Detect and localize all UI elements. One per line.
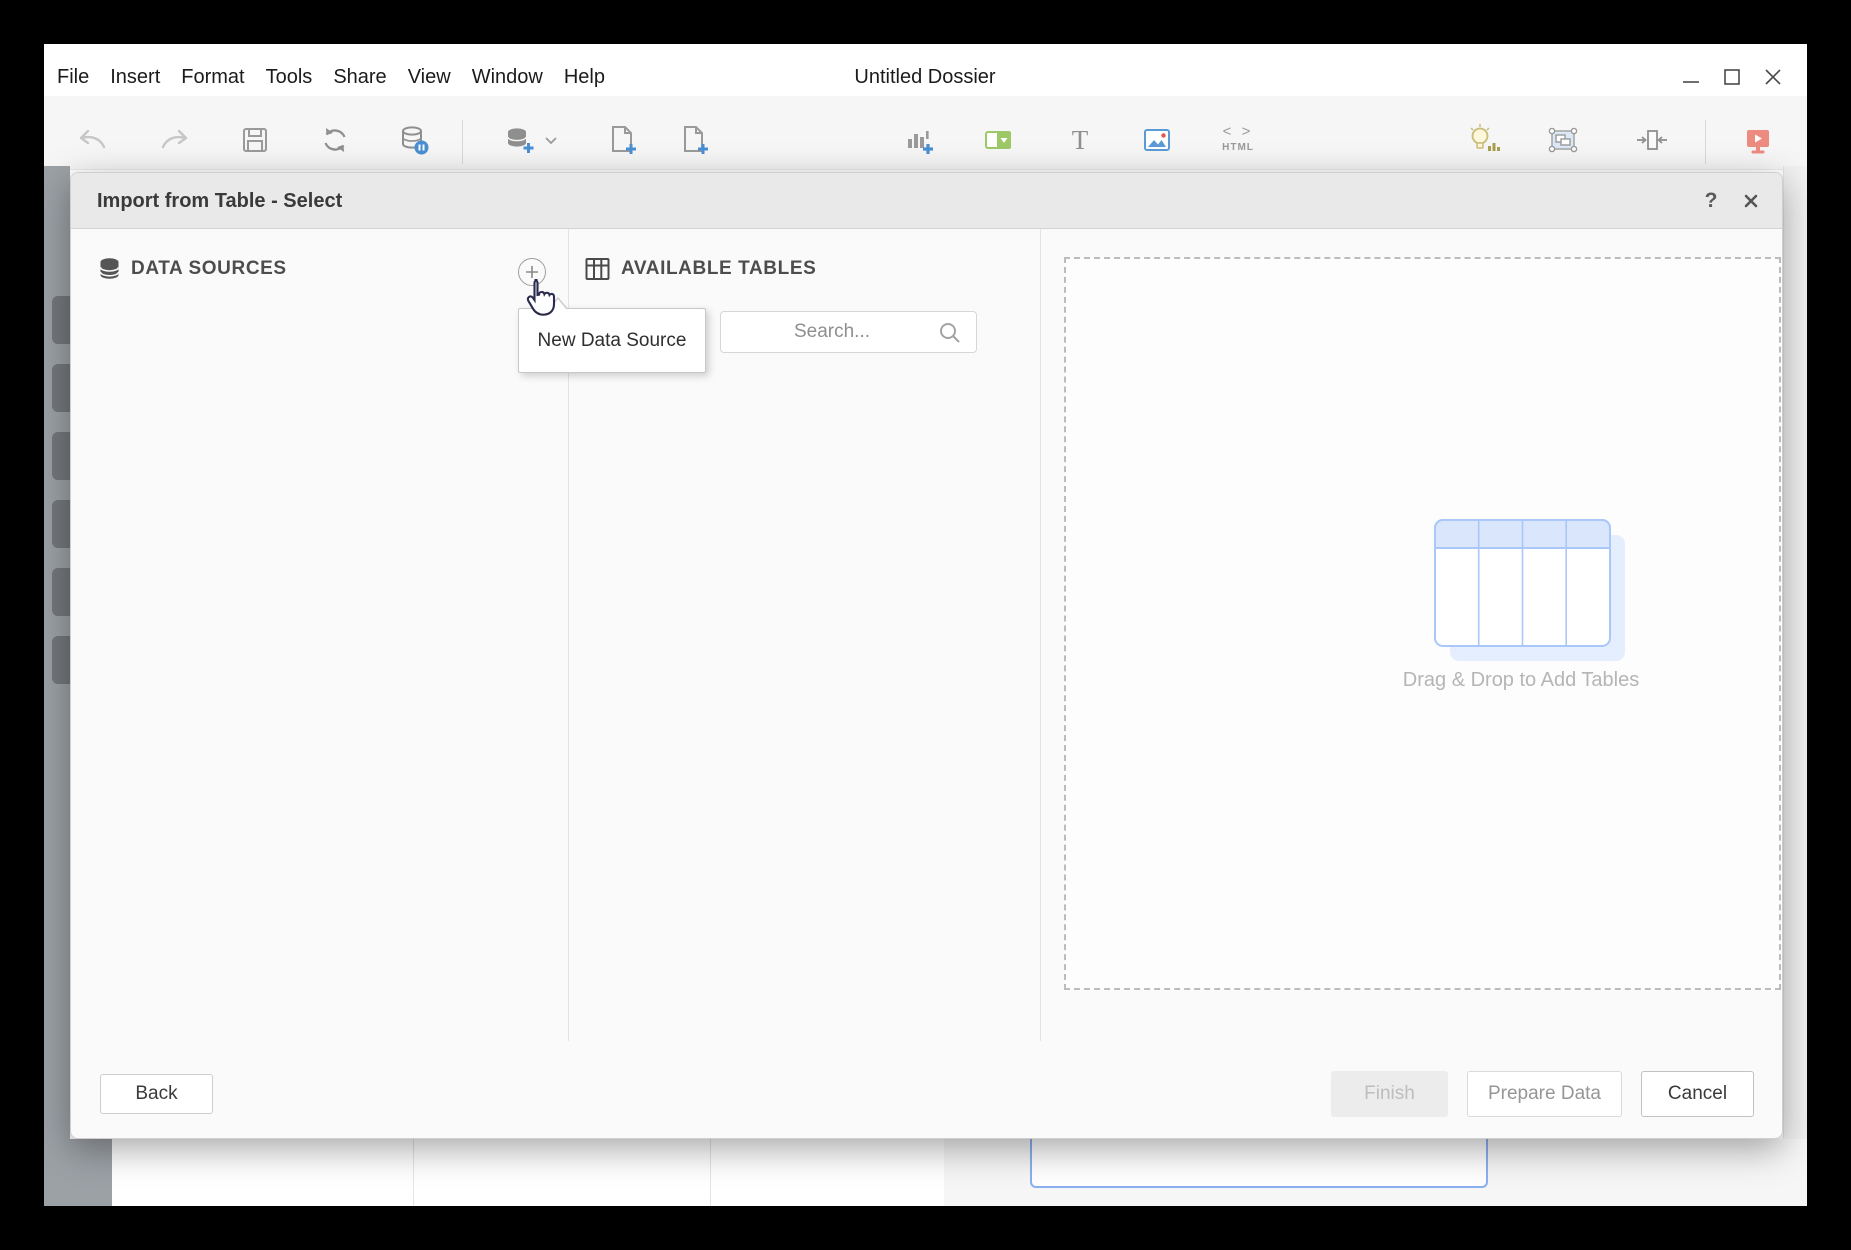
menu-help[interactable]: Help [564,66,605,89]
menu-insert[interactable]: Insert [110,66,160,89]
minimize-icon[interactable] [1677,62,1705,92]
search-input[interactable] [727,312,937,352]
background-panel-button [52,432,70,480]
toolbar-separator [462,120,463,164]
new-document-icon[interactable] [604,122,640,158]
data-sources-title: DATA SOURCES [131,258,287,280]
close-icon[interactable] [1759,62,1787,92]
menu-share[interactable]: Share [333,66,386,89]
document-title: Untitled Dossier [854,58,995,96]
hand-cursor [521,277,557,319]
add-html-icon[interactable]: < > HTML [1214,124,1262,153]
menu-file[interactable]: File [57,66,89,89]
auto-arrange-icon[interactable] [1545,122,1581,158]
add-page-icon[interactable] [675,122,711,158]
finish-button[interactable]: Finish [1331,1071,1448,1117]
undo-icon[interactable] [76,122,112,158]
add-data-icon[interactable] [502,122,538,158]
help-icon[interactable]: ? [1698,187,1724,215]
background-panel-button [52,364,70,412]
drop-hint-text: Drag & Drop to Add Tables [1403,669,1639,692]
menu-tools[interactable]: Tools [266,66,313,89]
toolbar-separator [1705,120,1706,164]
add-selector-icon[interactable] [980,122,1016,158]
database-status-icon[interactable] [396,122,432,158]
background-panel-button [52,636,70,684]
fit-to-window-icon[interactable] [1634,122,1670,158]
background-grid-line [710,1139,711,1206]
menu-view[interactable]: View [408,66,451,89]
background-panel-button [52,568,70,616]
menu-format[interactable]: Format [181,66,244,89]
import-from-table-dialog: Import from Table - Select ? DATA SOURCE… [70,172,1783,1139]
app-window: File Insert Format Tools Share View Wind… [44,44,1807,1206]
add-visualization-icon[interactable] [902,122,938,158]
available-tables-title: AVAILABLE TABLES [621,258,816,280]
redo-icon[interactable] [155,122,191,158]
available-tables-header: AVAILABLE TABLES [585,255,816,283]
add-text-icon[interactable]: T [1062,122,1098,158]
background-left-panel [44,166,70,1206]
data-sources-header: DATA SOURCES [99,255,287,283]
background-panel-button [52,500,70,548]
refresh-icon[interactable] [317,122,353,158]
database-icon [99,257,120,281]
panel-divider [1040,229,1041,1041]
dialog-close-icon[interactable] [1738,187,1764,215]
table-drop-zone[interactable] [1064,257,1781,990]
table-placeholder-icon [1434,519,1629,665]
back-button[interactable]: Back [100,1074,213,1114]
background-grid-line [413,1139,414,1206]
menu-window[interactable]: Window [472,66,543,89]
save-icon[interactable] [237,122,273,158]
add-image-icon[interactable] [1139,122,1175,158]
table-grid-icon [585,257,610,281]
prepare-data-button[interactable]: Prepare Data [1467,1071,1622,1117]
maximize-icon[interactable] [1718,62,1746,92]
cancel-button[interactable]: Cancel [1641,1071,1754,1117]
presentation-mode-icon[interactable] [1740,122,1776,158]
insights-icon[interactable] [1466,122,1502,158]
dialog-title: Import from Table - Select [97,173,342,229]
window-controls [1677,62,1787,92]
background-right-edge [1783,166,1807,1206]
table-search [720,311,977,353]
dialog-titlebar: Import from Table - Select ? [71,173,1782,229]
search-icon[interactable] [938,321,962,345]
tooltip-text: New Data Source [538,330,687,352]
background-panel-button [52,296,70,344]
chevron-down-icon[interactable] [541,122,561,158]
background-sidebar-bottom [44,1139,112,1206]
